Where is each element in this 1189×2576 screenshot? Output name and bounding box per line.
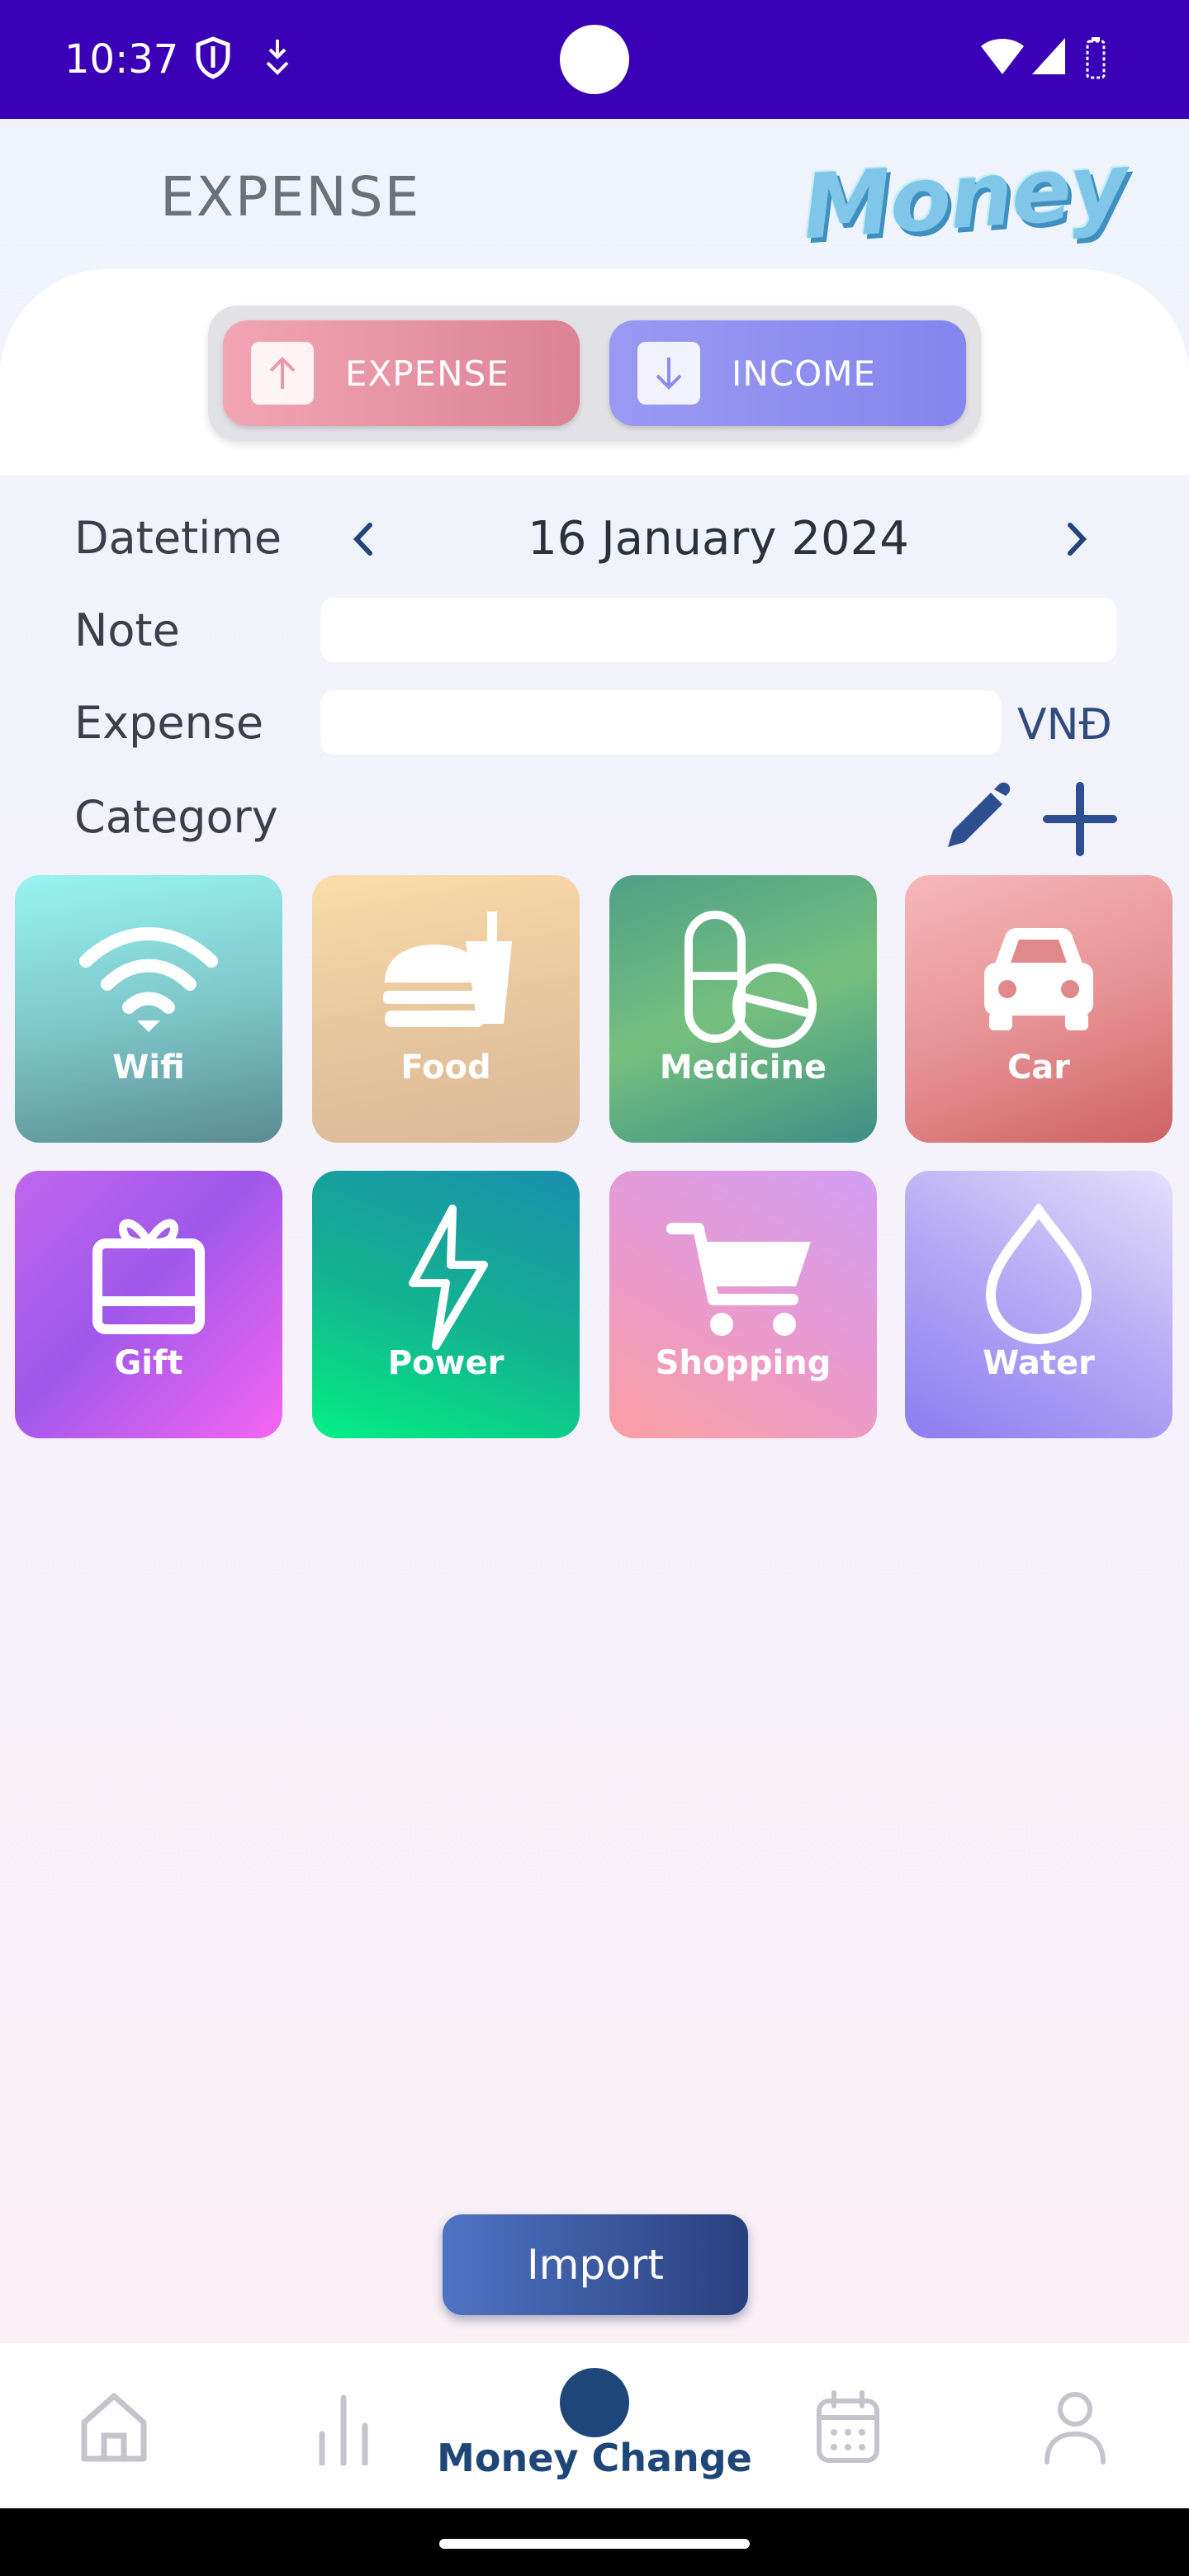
burger-drink-icon — [383, 912, 512, 1027]
wifi-icon — [79, 927, 218, 1032]
category-power[interactable]: Power — [312, 1171, 580, 1438]
category-wifi[interactable]: Wifi — [15, 875, 282, 1143]
import-button[interactable]: Import — [443, 2214, 748, 2315]
category-gift[interactable]: Gift — [15, 1171, 282, 1438]
camera-cutout — [560, 25, 629, 94]
type-toggle: EXPENSE INCOME — [208, 305, 981, 441]
income-toggle-label: INCOME — [732, 353, 876, 394]
cart-icon — [666, 1223, 811, 1336]
category-shopping[interactable]: Shopping — [609, 1171, 877, 1438]
lightning-icon — [409, 1205, 488, 1350]
category-label: Gift — [114, 1344, 183, 1382]
gift-icon — [92, 1219, 205, 1334]
nav-money-change-label[interactable]: Money Change — [429, 2436, 760, 2480]
signal-icon — [1032, 38, 1065, 74]
expense-amount-label: Expense — [74, 697, 264, 749]
chevron-right-icon[interactable] — [1060, 519, 1093, 560]
date-value: 16 January 2024 — [528, 512, 909, 566]
category-label: Car — [1007, 1049, 1071, 1087]
category-label: Shopping — [655, 1344, 831, 1382]
calendar-icon[interactable] — [814, 2389, 882, 2465]
money-change-icon[interactable] — [560, 2368, 629, 2437]
expense-toggle-button[interactable]: EXPENSE — [223, 320, 580, 426]
status-time: 10:37 — [64, 36, 179, 83]
drop-icon — [985, 1204, 1092, 1345]
category-label: Power — [387, 1344, 504, 1382]
home-icon[interactable] — [78, 2389, 150, 2465]
category-label: Water — [983, 1344, 1095, 1382]
category-medicine[interactable]: Medicine — [609, 875, 877, 1143]
page-title: EXPENSE — [160, 165, 421, 229]
expense-amount-input[interactable] — [320, 690, 1001, 755]
arrow-up-icon — [251, 342, 314, 405]
pill-icon — [685, 911, 817, 1048]
note-input[interactable] — [320, 598, 1116, 662]
plus-icon[interactable] — [1042, 781, 1118, 857]
car-icon — [984, 928, 1093, 1030]
datetime-label: Datetime — [74, 512, 282, 564]
currency-label: VNĐ — [1017, 700, 1112, 750]
battery-icon — [1086, 37, 1106, 79]
category-label: Wifi — [112, 1049, 185, 1087]
category-water[interactable]: Water — [905, 1171, 1172, 1438]
gesture-handle[interactable] — [439, 2539, 750, 2549]
chevron-left-icon[interactable] — [347, 519, 380, 560]
shield-icon — [196, 36, 230, 79]
wifi-icon — [981, 39, 1024, 74]
category-label: Category — [74, 791, 278, 843]
category-food[interactable]: Food — [312, 875, 580, 1143]
pencil-icon[interactable] — [940, 781, 1012, 854]
chart-icon[interactable] — [310, 2389, 377, 2465]
income-toggle-button[interactable]: INCOME — [609, 320, 966, 426]
category-car[interactable]: Car — [905, 875, 1172, 1143]
download-icon — [266, 40, 289, 75]
money-logo: Money — [799, 134, 1130, 260]
arrow-down-icon — [637, 342, 700, 405]
category-label: Food — [400, 1049, 491, 1087]
expense-toggle-label: EXPENSE — [345, 353, 509, 394]
note-label: Note — [74, 604, 180, 656]
profile-icon[interactable] — [1042, 2389, 1108, 2465]
status-bar: 10:37 — [0, 0, 1189, 119]
category-label: Medicine — [659, 1049, 827, 1087]
